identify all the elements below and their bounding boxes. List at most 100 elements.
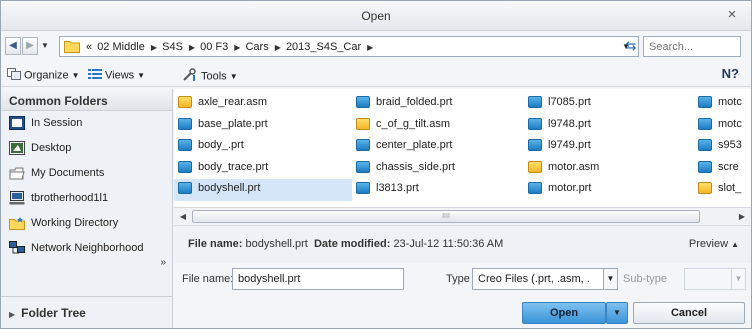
part-file-icon — [356, 182, 370, 195]
details-modified-value: 23-Jul-12 11:50:36 AM — [393, 238, 504, 250]
sidebar-item-label: Desktop — [31, 141, 72, 154]
file-name: scre — [718, 160, 739, 173]
file-name: c_of_g_tilt.asm — [376, 117, 450, 130]
chevron-right-icon[interactable]: ▶ — [234, 43, 240, 52]
organize-menu[interactable]: Organize ▼ — [7, 68, 80, 83]
documents-icon — [9, 167, 25, 180]
part-file-icon — [356, 139, 370, 152]
scroll-left-icon[interactable]: ◀ — [176, 210, 190, 223]
part-file-icon — [178, 117, 192, 130]
file-column: l7085.prt l9748.prt l9749.prt motor.asm … — [524, 93, 694, 201]
scrollbar-thumb[interactable]: IIII — [192, 210, 700, 223]
sidebar-item-my-documents[interactable]: My Documents — [1, 161, 172, 186]
sidebar-item-working-directory[interactable]: Working Directory — [1, 211, 172, 236]
toolbar: Organize ▼ Views ▼ Tools ▼ N? — [1, 63, 751, 87]
assembly-file-icon — [698, 182, 712, 195]
file-item[interactable]: c_of_g_tilt.asm — [352, 115, 524, 137]
breadcrumb-item[interactable]: 2013_S4S_Car — [286, 41, 361, 53]
part-file-icon — [698, 139, 712, 152]
breadcrumb-item[interactable]: Cars — [245, 41, 268, 53]
file-name: chassis_side.prt — [376, 160, 455, 173]
chevron-right-icon[interactable]: ▶ — [367, 43, 373, 52]
refresh-icon[interactable]: ⇆ — [621, 37, 641, 56]
views-menu[interactable]: Views ▼ — [88, 68, 145, 83]
file-item[interactable]: l9748.prt — [524, 115, 694, 137]
address-bar[interactable]: « 02 Middle ▶ S4S ▶ 00 F3 ▶ Cars ▶ 2013_S4S_… — [59, 36, 639, 57]
assembly-file-icon — [178, 96, 192, 109]
tools-label: Tools — [201, 70, 227, 83]
part-file-icon — [698, 160, 712, 173]
folder-tree-label: Folder Tree — [21, 306, 86, 320]
file-list: axle_rear.asm base_plate.prt body_.prt b… — [174, 89, 751, 207]
file-item[interactable]: l3813.prt — [352, 179, 524, 201]
subtype-select[interactable]: ▼ — [684, 268, 746, 290]
file-item[interactable]: l7085.prt — [524, 93, 694, 115]
file-item[interactable]: motc — [694, 93, 751, 115]
file-type-value: Creo Files (.prt, .asm, . — [478, 273, 590, 285]
file-item[interactable]: body_.prt — [174, 136, 352, 158]
close-icon[interactable]: × — [723, 6, 741, 24]
file-name: l9748.prt — [548, 117, 591, 130]
file-name: motor.prt — [548, 182, 592, 194]
preview-toggle[interactable]: Preview ▲ — [689, 238, 739, 250]
common-folders-panel: Common Folders In Session Desktop My Doc… — [1, 89, 173, 328]
tools-icon — [182, 68, 198, 85]
file-item[interactable]: axle_rear.asm — [174, 93, 352, 115]
part-file-icon — [178, 139, 192, 152]
file-item[interactable]: s953 — [694, 136, 751, 158]
file-item[interactable]: motor.prt — [524, 179, 694, 201]
file-item[interactable]: scre — [694, 158, 751, 180]
file-name: base_plate.prt — [198, 117, 268, 130]
help-icon[interactable]: N? — [722, 66, 739, 81]
file-type-select[interactable]: Creo Files (.prt, .asm, . ▼ — [472, 268, 618, 290]
part-file-icon — [528, 139, 542, 152]
sidebar-item-desktop[interactable]: Desktop — [1, 136, 172, 161]
file-column: axle_rear.asm base_plate.prt body_.prt b… — [174, 93, 352, 201]
chevron-down-icon: ▼ — [137, 71, 146, 81]
file-item[interactable]: motor.asm — [524, 158, 694, 180]
chevron-right-icon[interactable]: ▶ — [151, 43, 157, 52]
sidebar-item-label: In Session — [31, 116, 83, 129]
sidebar-item-in-session[interactable]: In Session — [1, 111, 172, 136]
common-folders-header: Common Folders — [1, 89, 172, 111]
file-name-label: File name: — [182, 273, 234, 285]
open-options-dropdown-icon[interactable]: ▼ — [606, 302, 628, 324]
file-item-selected[interactable]: bodyshell.prt — [174, 179, 352, 201]
file-item[interactable]: l9749.prt — [524, 136, 694, 158]
file-name: slot_ — [718, 182, 742, 194]
file-item[interactable]: base_plate.prt — [174, 115, 352, 137]
back-arrow-icon[interactable]: ◀ — [5, 37, 21, 55]
file-item[interactable]: braid_folded.prt — [352, 93, 524, 115]
sidebar-item-computer[interactable]: tbrotherhood1l1 — [1, 186, 172, 211]
history-dropdown-icon[interactable]: ▼ — [41, 41, 49, 50]
chevron-right-icon[interactable]: ▶ — [275, 43, 281, 52]
file-name: motc — [718, 117, 742, 130]
breadcrumb-overflow[interactable]: « — [86, 41, 92, 53]
horizontal-scrollbar[interactable]: ◀ IIII ▶ — [174, 207, 751, 224]
file-item[interactable]: chassis_side.prt — [352, 158, 524, 180]
file-item[interactable]: body_trace.prt — [174, 158, 352, 180]
details-pane: File name: bodyshell.prt Date modified: … — [174, 225, 751, 263]
file-item[interactable]: slot_ — [694, 179, 751, 201]
chevron-right-icon[interactable]: ▶ — [189, 43, 195, 52]
part-file-icon — [528, 182, 542, 195]
cancel-button[interactable]: Cancel — [633, 302, 745, 324]
preview-label: Preview — [688, 238, 729, 250]
file-item[interactable]: center_plate.prt — [352, 136, 524, 158]
breadcrumb-item[interactable]: 02 Middle — [97, 41, 145, 53]
scroll-right-icon[interactable]: ▶ — [735, 210, 749, 223]
part-file-icon — [698, 96, 712, 109]
expand-panel-icon[interactable]: » — [1, 257, 172, 271]
sidebar-item-label: Network Neighborhood — [31, 241, 144, 254]
file-name-field[interactable] — [232, 268, 404, 290]
part-file-icon — [178, 160, 192, 173]
file-name: center_plate.prt — [376, 139, 453, 151]
search-input[interactable] — [643, 36, 741, 57]
breadcrumb-item[interactable]: S4S — [162, 41, 183, 53]
breadcrumb-item[interactable]: 00 F3 — [200, 41, 228, 53]
tools-menu[interactable]: Tools ▼ — [182, 68, 238, 85]
folder-tree-toggle[interactable]: ▶ Folder Tree — [1, 296, 172, 327]
forward-arrow-icon[interactable]: ▶ — [22, 37, 38, 55]
file-item[interactable]: motc — [694, 115, 751, 137]
open-button[interactable]: Open — [522, 302, 606, 324]
